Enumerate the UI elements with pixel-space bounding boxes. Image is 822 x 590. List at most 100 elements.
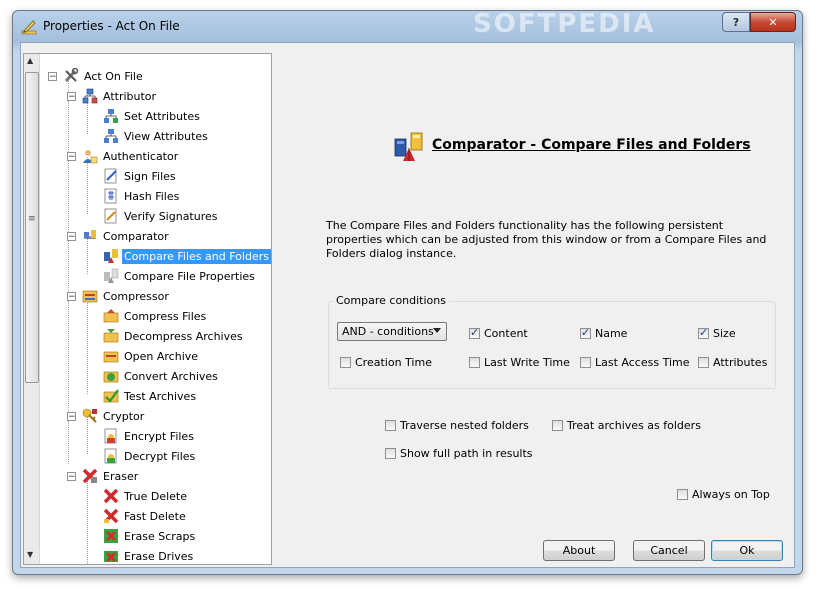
treat-archives-as-folders-checkbox[interactable]: Treat archives as folders — [552, 419, 701, 432]
about-button[interactable]: About — [543, 540, 615, 561]
tree-item-compare-files-and-folders[interactable]: Compare Files and Folders — [103, 247, 271, 265]
tree-item-set-attributes[interactable]: Set Attributes — [103, 107, 202, 125]
tree-item-compressor[interactable]: − Compressor — [67, 287, 171, 305]
checkbox-box[interactable] — [580, 326, 591, 339]
compare-conditions-group: Compare conditions AND - conditions Cont… — [328, 294, 776, 389]
always-on-top-checkbox[interactable]: Always on Top — [677, 488, 770, 501]
creation-time-checkbox[interactable]: Creation Time — [340, 356, 432, 369]
tree-item-comparator[interactable]: − Comparator — [67, 227, 171, 245]
name-checkbox[interactable]: Name — [580, 326, 627, 340]
checkbox-box[interactable] — [340, 357, 351, 368]
tree-item-open-archive[interactable]: Open Archive — [103, 347, 200, 365]
tree-item-label: Decompress Archives — [124, 329, 243, 343]
set-attributes-icon — [104, 109, 118, 123]
checkbox-box[interactable] — [385, 448, 396, 459]
tree-item-label: View Attributes — [124, 129, 208, 143]
attributes-checkbox[interactable]: Attributes — [698, 356, 767, 369]
pencil-icon — [21, 20, 37, 35]
chevron-down-icon — [433, 328, 441, 333]
tree-item-attributor[interactable]: − Attributor — [67, 87, 158, 105]
tree-connector — [87, 472, 88, 564]
conditions-mode-dropdown[interactable]: AND - conditions — [337, 322, 447, 341]
collapse-toggle[interactable]: − — [67, 91, 76, 101]
tree-item-encrypt-files[interactable]: Encrypt Files — [103, 427, 196, 445]
collapse-toggle[interactable]: − — [67, 471, 76, 481]
tree-item-label: Erase Drives — [124, 549, 194, 563]
tree-item-label: Erase Scraps — [124, 529, 196, 543]
traverse-nested-folders-checkbox[interactable]: Traverse nested folders — [385, 419, 529, 432]
verify-document-icon — [104, 208, 117, 224]
tree-item-view-attributes[interactable]: View Attributes — [103, 127, 210, 145]
tree-item-label: Eraser — [103, 469, 139, 483]
show-full-path-checkbox[interactable]: Show full path in results — [385, 447, 533, 460]
tree-item-label: Comparator — [103, 229, 169, 243]
content-checkbox[interactable]: Content — [469, 326, 528, 340]
true-delete-icon — [103, 488, 119, 504]
collapse-toggle[interactable]: − — [67, 291, 76, 301]
collapse-toggle[interactable]: − — [67, 151, 76, 161]
user-certificate-icon — [83, 150, 98, 164]
ok-button[interactable]: Ok — [711, 540, 783, 561]
scroll-down-arrow-icon[interactable]: ▼ — [27, 550, 33, 559]
checkbox-label: Attributes — [713, 356, 768, 369]
checkbox-label: Last Access Time — [595, 356, 690, 369]
tree-item-label: Decrypt Files — [124, 449, 196, 463]
collapse-toggle[interactable]: − — [67, 231, 76, 241]
checkbox-box[interactable] — [552, 420, 563, 431]
hash-document-icon — [104, 188, 117, 204]
tree-item-cryptor[interactable]: − Cryptor — [67, 407, 146, 425]
tree-item-authenticator[interactable]: − Authenticator — [67, 147, 180, 165]
tree-item-label: Fast Delete — [124, 509, 186, 523]
tree-item-compare-file-properties[interactable]: Compare File Properties — [103, 267, 257, 285]
checkbox-box[interactable] — [698, 326, 709, 339]
checkbox-box[interactable] — [385, 420, 396, 431]
last-write-time-checkbox[interactable]: Last Write Time — [469, 356, 570, 369]
tree-item-label: Compressor — [103, 289, 169, 303]
checkbox-box[interactable] — [469, 326, 480, 339]
tree-item-verify-signatures[interactable]: Verify Signatures — [103, 207, 220, 225]
erase-drives-icon — [104, 551, 118, 562]
tree-item-erase-scraps[interactable]: Erase Scraps — [103, 527, 197, 545]
scroll-up-arrow-icon[interactable]: ▲ — [27, 56, 33, 65]
cancel-button[interactable]: Cancel — [633, 540, 705, 561]
tree-item-sign-files[interactable]: Sign Files — [103, 167, 178, 185]
collapse-toggle[interactable]: − — [67, 411, 76, 421]
group-title: Compare conditions — [333, 294, 449, 307]
checkbox-label: Show full path in results — [400, 447, 533, 460]
checkbox-box[interactable] — [469, 357, 480, 368]
tree-item-eraser[interactable]: − Eraser — [67, 467, 140, 485]
checkbox-box[interactable] — [580, 357, 591, 368]
tree-item-label: Test Archives — [124, 389, 197, 403]
collapse-toggle[interactable]: − — [48, 71, 57, 81]
scroll-thumb[interactable] — [25, 72, 39, 383]
tree-item-decrypt-files[interactable]: Decrypt Files — [103, 447, 197, 465]
tree-item-convert-archives[interactable]: Convert Archives — [103, 367, 220, 385]
tree-item-erase-drives[interactable]: Erase Drives — [103, 547, 195, 564]
tree-scrollbar[interactable]: ▲ ≡ ▼ — [24, 54, 40, 564]
fast-delete-icon — [103, 508, 119, 524]
help-button[interactable]: ? — [722, 12, 750, 32]
tree-item-compress-files[interactable]: Compress Files — [103, 307, 208, 325]
last-access-time-checkbox[interactable]: Last Access Time — [580, 356, 689, 369]
checkbox-box[interactable] — [698, 357, 709, 368]
tree-item-label: Open Archive — [124, 349, 199, 363]
network-icon — [82, 88, 98, 104]
tree-item-label: Cryptor — [103, 409, 145, 423]
size-checkbox[interactable]: Size — [698, 326, 736, 340]
tree-item-test-archives[interactable]: Test Archives — [103, 387, 198, 405]
compare-icon — [83, 230, 97, 239]
category-tree[interactable]: ▲ ≡ ▼ − Act On File − Attributor Set Att… — [23, 53, 272, 565]
tree-item-fast-delete[interactable]: Fast Delete — [103, 507, 188, 525]
tree-item-true-delete[interactable]: True Delete — [103, 487, 189, 505]
title-bar[interactable]: Properties - Act On File SOFTPEDIA ? ✕ — [13, 9, 802, 43]
tree-item-act-on-file[interactable]: − Act On File — [48, 67, 145, 85]
encrypt-icon — [104, 428, 117, 444]
tree-item-hash-files[interactable]: Hash Files — [103, 187, 181, 205]
close-button[interactable]: ✕ — [750, 12, 796, 32]
delete-x-icon — [82, 468, 98, 484]
tree-item-decompress-archives[interactable]: Decompress Archives — [103, 327, 245, 345]
tools-icon — [64, 68, 79, 83]
view-attributes-icon — [104, 129, 118, 143]
convert-archive-icon — [103, 371, 119, 383]
checkbox-box[interactable] — [677, 489, 688, 500]
